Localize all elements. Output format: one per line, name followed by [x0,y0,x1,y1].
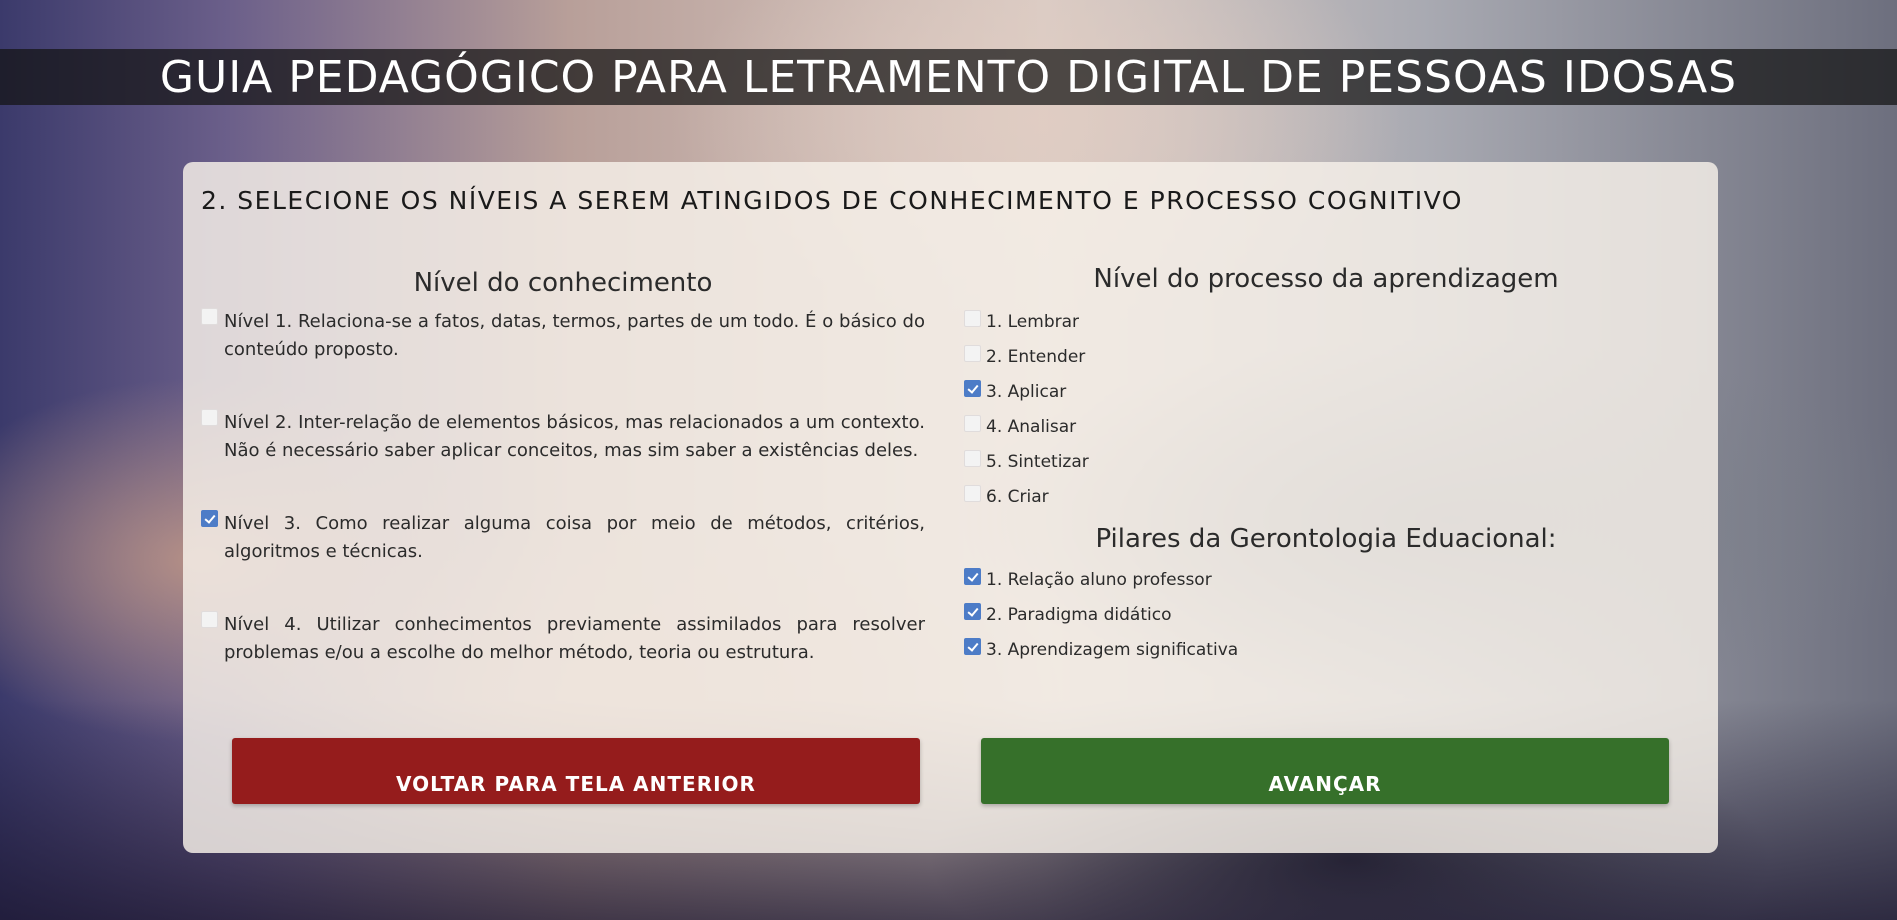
knowledge-level-2-checkbox[interactable] [201,409,218,426]
next-button[interactable]: AVANÇAR [981,738,1669,804]
knowledge-level-4[interactable]: Nível 4. Utilizar conhecimentos previame… [201,611,925,667]
process-column: Nível do processo da aprendizagem 1. Lem… [964,264,1688,667]
process-option-analisar-checkbox[interactable] [964,415,981,432]
pillar-option-paradigma-checkbox[interactable] [964,603,981,620]
process-option-entender[interactable]: 2. Entender [964,339,1688,374]
knowledge-level-1-checkbox[interactable] [201,308,218,325]
pillar-option-relacao[interactable]: 1. Relação aluno professor [964,562,1688,597]
pillar-option-aprendizagem-checkbox[interactable] [964,638,981,655]
pillar-option-relacao-checkbox[interactable] [964,568,981,585]
process-option-entender-checkbox[interactable] [964,345,981,362]
process-option-aplicar-checkbox[interactable] [964,380,981,397]
section-heading: 2. SELECIONE OS NÍVEIS A SEREM ATINGIDOS… [201,186,1463,215]
process-option-criar[interactable]: 6. Criar [964,479,1688,514]
knowledge-title: Nível do conhecimento [413,268,713,298]
process-option-lembrar[interactable]: 1. Lembrar [964,304,1688,339]
process-option-entender-label: 2. Entender [986,346,1086,367]
knowledge-level-4-label: Nível 4. Utilizar conhecimentos previame… [224,614,925,663]
page-title: GUIA PEDAGÓGICO PARA LETRAMENTO DIGITAL … [159,51,1738,103]
process-option-criar-checkbox[interactable] [964,485,981,502]
process-option-analisar[interactable]: 4. Analisar [964,409,1688,444]
pillar-option-aprendizagem[interactable]: 3. Aprendizagem significativa [964,632,1688,667]
pillars-title: Pilares da Gerontologia Eduacional: [1095,524,1557,554]
process-option-lembrar-label: 1. Lembrar [986,311,1080,332]
process-option-sintetizar-label: 5. Sintetizar [986,451,1089,472]
knowledge-level-2[interactable]: Nível 2. Inter-relação de elementos bási… [201,409,925,465]
process-title: Nível do processo da aprendizagem [1093,264,1559,294]
process-option-criar-label: 6. Criar [986,486,1049,507]
pillar-option-paradigma[interactable]: 2. Paradigma didático [964,597,1688,632]
pillar-option-aprendizagem-label: 3. Aprendizagem significativa [986,639,1239,660]
pillar-option-relacao-label: 1. Relação aluno professor [986,569,1212,590]
knowledge-level-3-label: Nível 3. Como realizar alguma coisa por … [224,513,925,562]
knowledge-level-2-label: Nível 2. Inter-relação de elementos bási… [224,412,925,461]
form-panel: 2. SELECIONE OS NÍVEIS A SEREM ATINGIDOS… [183,162,1718,853]
process-option-sintetizar[interactable]: 5. Sintetizar [964,444,1688,479]
knowledge-column: Nível do conhecimento Nível 1. Relaciona… [201,268,925,712]
knowledge-level-4-checkbox[interactable] [201,611,218,628]
knowledge-level-3-checkbox[interactable] [201,510,218,527]
title-band: GUIA PEDAGÓGICO PARA LETRAMENTO DIGITAL … [0,49,1897,105]
process-option-analisar-label: 4. Analisar [986,416,1077,437]
process-option-aplicar[interactable]: 3. Aplicar [964,374,1688,409]
process-option-aplicar-label: 3. Aplicar [986,381,1067,402]
pillar-option-paradigma-label: 2. Paradigma didático [986,604,1172,625]
knowledge-level-1-label: Nível 1. Relaciona-se a fatos, datas, te… [224,311,925,360]
back-button[interactable]: VOLTAR PARA TELA ANTERIOR [232,738,920,804]
knowledge-level-1[interactable]: Nível 1. Relaciona-se a fatos, datas, te… [201,308,925,364]
knowledge-level-3[interactable]: Nível 3. Como realizar alguma coisa por … [201,510,925,566]
process-option-sintetizar-checkbox[interactable] [964,450,981,467]
process-option-lembrar-checkbox[interactable] [964,310,981,327]
